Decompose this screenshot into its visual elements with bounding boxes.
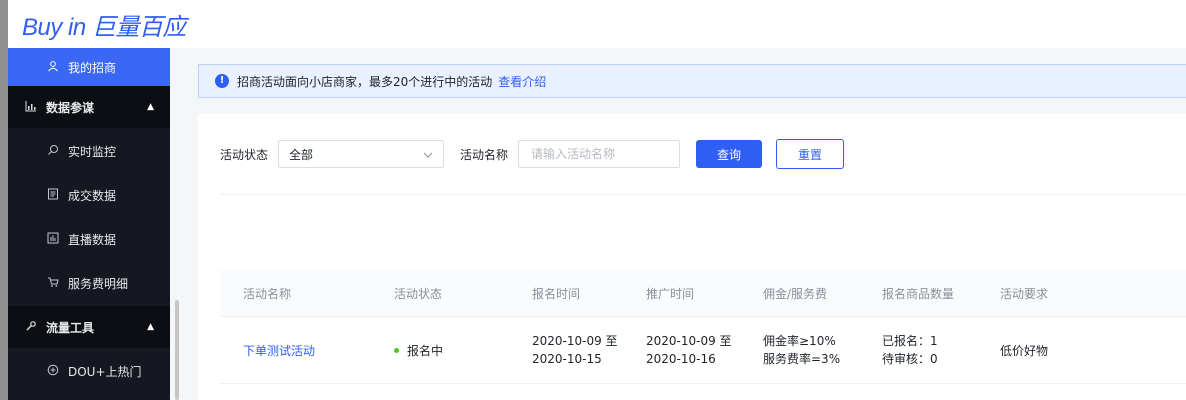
activity-name-link[interactable]: 下单测试活动 bbox=[243, 317, 315, 383]
column-header: 推广时间 bbox=[646, 286, 695, 301]
sidebar-item-label: 实时监控 bbox=[68, 144, 117, 159]
promo-time-end: 2020-10-16 bbox=[646, 352, 716, 366]
reset-button[interactable]: 重置 bbox=[776, 139, 845, 169]
sidebar-group-label: 流量工具 bbox=[46, 320, 95, 335]
sidebar-scrollbar[interactable] bbox=[175, 300, 179, 400]
chevron-up-icon: ▲ bbox=[147, 322, 154, 332]
sidebar-group-data-advisor[interactable]: 数据参谋 ▲ bbox=[8, 86, 170, 128]
cart-icon bbox=[46, 276, 60, 291]
plus-circle-icon bbox=[46, 364, 60, 379]
column-header: 报名时间 bbox=[532, 286, 581, 301]
divider bbox=[220, 194, 1186, 195]
sidebar-group-traffic-tools[interactable]: 流量工具 ▲ bbox=[8, 306, 170, 348]
document-icon bbox=[46, 188, 60, 203]
search-icon bbox=[46, 144, 60, 159]
status-dot bbox=[394, 347, 399, 353]
status-select-value: 全部 bbox=[289, 147, 314, 162]
sidebar-group-label: 数据参谋 bbox=[46, 100, 95, 115]
chevron-up-icon: ▲ bbox=[147, 102, 154, 112]
promo-time-start: 2020-10-09 至 bbox=[646, 334, 732, 348]
person-icon bbox=[46, 60, 60, 75]
sidebar-item-my-recruitment[interactable]: 我的招商 bbox=[8, 48, 170, 86]
main-card: 活动状态 全部 活动名称 查询 重置 活动名称 活动状态 报名时间 推广时间 佣… bbox=[198, 114, 1186, 400]
service-fee-rate: 服务费率=3% bbox=[763, 352, 841, 366]
column-header: 报名商品数量 bbox=[882, 286, 955, 301]
promo-time: 2020-10-09 至 2020-10-16 bbox=[646, 317, 732, 383]
signup-time-start: 2020-10-09 至 bbox=[532, 334, 618, 348]
sidebar-item-dou-plus[interactable]: DOU+上热门 bbox=[8, 350, 170, 392]
notice-banner: ! 招商活动面向小店商家，最多20个进行中的活动 查看介绍 bbox=[198, 64, 1186, 98]
activity-name-input[interactable] bbox=[518, 140, 681, 168]
sidebar-item-label: DOU+上热门 bbox=[68, 364, 142, 379]
sidebar-item-transaction-data[interactable]: 成交数据 bbox=[8, 174, 170, 216]
column-header: 佣金/服务费 bbox=[763, 286, 828, 301]
commission-fee: 佣金率≥10% 服务费率=3% bbox=[763, 317, 840, 383]
table-header: 活动名称 活动状态 报名时间 推广时间 佣金/服务费 报名商品数量 活动要求 bbox=[220, 270, 1186, 317]
sidebar-item-service-fee-details[interactable]: 服务费明细 bbox=[8, 262, 170, 304]
view-intro-link[interactable]: 查看介绍 bbox=[498, 73, 546, 90]
sidebar-item-label: 我的招商 bbox=[68, 60, 117, 75]
commission-rate: 佣金率≥10% bbox=[763, 334, 836, 348]
chart-box-icon bbox=[46, 232, 60, 247]
window-edge bbox=[0, 0, 8, 400]
status-filter-label: 活动状态 bbox=[220, 147, 269, 162]
sidebar-item-label: 成交数据 bbox=[68, 188, 117, 203]
sidebar-item-realtime-monitor[interactable]: 实时监控 bbox=[8, 130, 170, 172]
pending-count: 待审核：0 bbox=[882, 352, 938, 366]
sidebar-item-label: 直播数据 bbox=[68, 232, 117, 247]
name-filter-label: 活动名称 bbox=[460, 147, 509, 162]
filter-bar: 活动状态 全部 活动名称 查询 重置 bbox=[220, 139, 845, 169]
column-header: 活动状态 bbox=[394, 286, 443, 301]
column-header: 活动名称 bbox=[243, 286, 292, 301]
signup-time: 2020-10-09 至 2020-10-15 bbox=[532, 317, 618, 383]
status-text: 报名中 bbox=[407, 343, 444, 358]
wrench-icon bbox=[24, 320, 38, 335]
activity-status: 报名中 bbox=[394, 317, 443, 383]
status-select[interactable]: 全部 bbox=[278, 140, 445, 168]
sidebar-item-label: 服务费明细 bbox=[68, 276, 129, 291]
sidebar-item-live-data[interactable]: 直播数据 bbox=[8, 218, 170, 260]
top-header: Buy in 巨量百应 bbox=[0, 0, 1186, 48]
chevron-down-icon bbox=[423, 147, 433, 161]
bar-chart-icon bbox=[24, 100, 38, 115]
registered-count: 已报名：1 bbox=[882, 334, 938, 348]
column-header: 活动要求 bbox=[1000, 286, 1049, 301]
product-count: 已报名：1 待审核：0 bbox=[882, 317, 938, 383]
table-row: 下单测试活动 报名中 2020-10-09 至 2020-10-15 2020-… bbox=[220, 317, 1186, 384]
query-button[interactable]: 查询 bbox=[696, 140, 763, 168]
info-icon: ! bbox=[215, 74, 229, 88]
brand-logo[interactable]: Buy in 巨量百应 bbox=[22, 7, 186, 42]
sidebar-nav: 我的招商 数据参谋 ▲ 实时监控 成交数据 直播数据 服务费明细 流量工具 ▲ … bbox=[8, 48, 170, 400]
activity-requirement: 低价好物 bbox=[1000, 343, 1049, 358]
signup-time-end: 2020-10-15 bbox=[532, 352, 602, 366]
notice-text: 招商活动面向小店商家，最多20个进行中的活动 bbox=[237, 74, 493, 89]
